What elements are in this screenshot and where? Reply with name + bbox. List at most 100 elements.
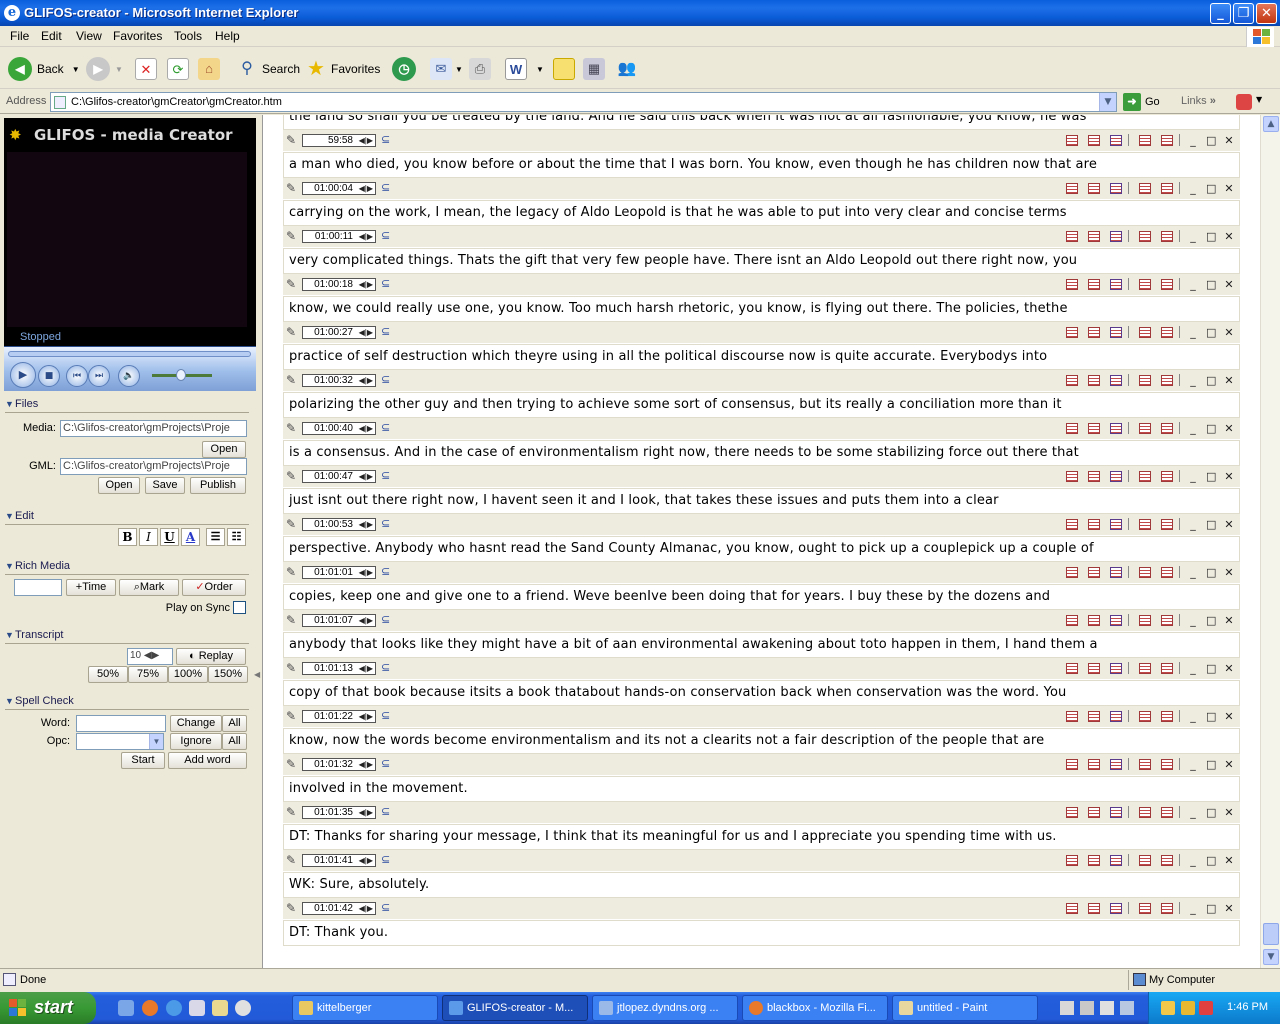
research-button[interactable]: ▦ <box>583 55 605 83</box>
delete-entry-icon[interactable]: ✕ <box>1224 614 1234 627</box>
split-up-icon[interactable] <box>1139 902 1151 914</box>
mail-button[interactable]: ✉ ▼ <box>430 55 463 83</box>
split-down-icon[interactable] <box>1161 758 1173 770</box>
split-up-icon[interactable] <box>1139 758 1151 770</box>
maximize-entry-icon[interactable]: □ <box>1206 710 1216 723</box>
numbered-list-icon[interactable]: ☷ <box>227 528 246 546</box>
split-up-icon[interactable] <box>1139 134 1151 146</box>
taskbar-item-blackbox[interactable]: blackbox - Mozilla Fi... <box>742 995 888 1021</box>
insert-above-icon[interactable] <box>1066 278 1078 290</box>
scroll-down-icon[interactable]: ▼ <box>1263 949 1279 965</box>
merge-icon[interactable] <box>1110 614 1122 626</box>
menu-favorites[interactable]: Favorites <box>113 29 162 43</box>
maximize-entry-icon[interactable]: □ <box>1206 134 1216 147</box>
timestamp-nav-icon[interactable]: ◀|▶ <box>359 615 373 626</box>
open-gml-button[interactable]: Open <box>98 477 140 494</box>
transcript-text[interactable]: just isnt out there right now, I havent … <box>283 488 1240 514</box>
edit-pen-icon[interactable]: ✎ <box>286 421 300 435</box>
timestamp-field[interactable]: 01:01:41 ◀|▶ <box>302 854 376 867</box>
sync-play-icon[interactable]: ⊆ <box>381 325 391 338</box>
transcript-text[interactable]: polarizing the other guy and then trying… <box>283 392 1240 418</box>
maximize-entry-icon[interactable]: □ <box>1206 182 1216 195</box>
timestamp-nav-icon[interactable]: ◀|▶ <box>359 375 373 386</box>
media-input[interactable]: C:\Glifos-creator\gmProjects\Proje <box>60 420 247 437</box>
split-up-icon[interactable] <box>1139 854 1151 866</box>
start-button[interactable]: start <box>0 992 96 1024</box>
insert-below-icon[interactable] <box>1088 806 1100 818</box>
split-down-icon[interactable] <box>1161 278 1173 290</box>
underline-button[interactable]: U <box>160 528 179 546</box>
insert-below-icon[interactable] <box>1088 662 1100 674</box>
split-up-icon[interactable] <box>1139 230 1151 242</box>
merge-icon[interactable] <box>1110 134 1122 146</box>
minimize-entry-icon[interactable]: _ <box>1188 566 1198 579</box>
favorites-button[interactable]: ★ Favorites <box>305 55 380 83</box>
taskbar-item-paint[interactable]: untitled - Paint <box>892 995 1038 1021</box>
speed-150-button[interactable]: 150% <box>208 666 248 683</box>
minimize-entry-icon[interactable]: _ <box>1188 134 1198 147</box>
quicklaunch-app-icon[interactable] <box>189 1000 205 1016</box>
timestamp-field[interactable]: 01:01:32 ◀|▶ <box>302 758 376 771</box>
minimize-entry-icon[interactable]: _ <box>1188 230 1198 243</box>
edit-word-button[interactable]: W ▼ <box>505 55 544 83</box>
scroll-thumb[interactable] <box>1263 923 1279 945</box>
insert-below-icon[interactable] <box>1088 230 1100 242</box>
panel-collapse-icon[interactable]: ◀ <box>254 670 260 684</box>
split-down-icon[interactable] <box>1161 518 1173 530</box>
translate-icon[interactable] <box>1236 94 1252 110</box>
insert-above-icon[interactable] <box>1066 470 1078 482</box>
merge-icon[interactable] <box>1110 470 1122 482</box>
split-up-icon[interactable] <box>1139 278 1151 290</box>
edit-pen-icon[interactable]: ✎ <box>286 229 300 243</box>
seek-bar[interactable] <box>8 351 251 357</box>
timestamp-nav-icon[interactable]: ◀|▶ <box>359 327 373 338</box>
delete-entry-icon[interactable]: ✕ <box>1224 806 1234 819</box>
chevron-down-icon[interactable]: ▼ <box>1256 95 1262 104</box>
transcript-text[interactable]: involved in the movement. <box>283 776 1240 802</box>
insert-above-icon[interactable] <box>1066 422 1078 434</box>
play-button[interactable]: ▶ <box>10 362 36 388</box>
insert-above-icon[interactable] <box>1066 854 1078 866</box>
transcript-text[interactable]: anybody that looks like they might have … <box>283 632 1240 658</box>
timestamp-field[interactable]: 01:01:07 ◀|▶ <box>302 614 376 627</box>
edit-pen-icon[interactable]: ✎ <box>286 133 300 147</box>
antivirus-icon[interactable] <box>1199 1001 1213 1015</box>
delete-entry-icon[interactable]: ✕ <box>1224 278 1234 291</box>
speed-75-button[interactable]: 75% <box>128 666 168 683</box>
merge-icon[interactable] <box>1110 278 1122 290</box>
edit-pen-icon[interactable]: ✎ <box>286 517 300 531</box>
replay-button[interactable]: ◐ Replay <box>176 648 246 665</box>
merge-icon[interactable] <box>1110 710 1122 722</box>
change-all-button[interactable]: All <box>222 715 247 732</box>
maximize-entry-icon[interactable]: □ <box>1206 518 1216 531</box>
italic-button[interactable]: I <box>139 528 158 546</box>
split-down-icon[interactable] <box>1161 134 1173 146</box>
transcript-text[interactable]: the land so shall you be treated by the … <box>283 115 1240 130</box>
split-up-icon[interactable] <box>1139 662 1151 674</box>
options-select[interactable]: ▼ <box>76 733 164 750</box>
insert-above-icon[interactable] <box>1066 326 1078 338</box>
insert-above-icon[interactable] <box>1066 710 1078 722</box>
start-spell-button[interactable]: Start <box>121 752 165 769</box>
split-down-icon[interactable] <box>1161 470 1173 482</box>
split-up-icon[interactable] <box>1139 614 1151 626</box>
merge-icon[interactable] <box>1110 758 1122 770</box>
taskbar-item-glifos[interactable]: GLIFOS-creator - M... <box>442 995 588 1021</box>
split-up-icon[interactable] <box>1139 422 1151 434</box>
timestamp-nav-icon[interactable]: ◀|▶ <box>359 519 373 530</box>
edit-pen-icon[interactable]: ✎ <box>286 709 300 723</box>
insert-below-icon[interactable] <box>1088 758 1100 770</box>
delete-entry-icon[interactable]: ✕ <box>1224 710 1234 723</box>
split-down-icon[interactable] <box>1161 902 1173 914</box>
maximize-entry-icon[interactable]: □ <box>1206 662 1216 675</box>
insert-below-icon[interactable] <box>1088 278 1100 290</box>
timestamp-field[interactable]: 01:01:22 ◀|▶ <box>302 710 376 723</box>
maximize-entry-icon[interactable]: □ <box>1206 326 1216 339</box>
timestamp-nav-icon[interactable]: ◀|▶ <box>359 279 373 290</box>
split-up-icon[interactable] <box>1139 470 1151 482</box>
edit-pen-icon[interactable]: ✎ <box>286 325 300 339</box>
quicklaunch-firefox-icon[interactable] <box>142 1000 158 1016</box>
writing-pad-icon[interactable] <box>1100 1001 1114 1015</box>
font-color-button[interactable]: A <box>181 528 200 546</box>
taskbar-item-jtlopez[interactable]: jtlopez.dyndns.org ... <box>592 995 738 1021</box>
